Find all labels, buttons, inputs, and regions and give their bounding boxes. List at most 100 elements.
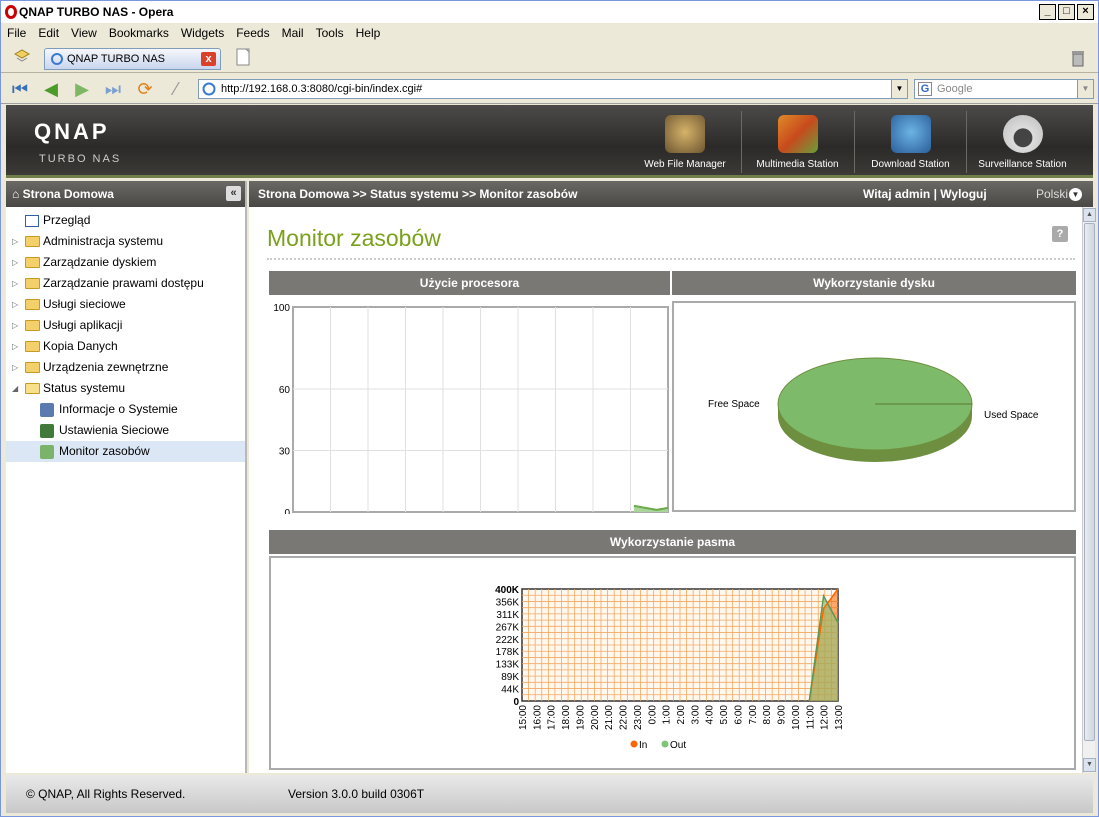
welcome-text: Witaj admin (863, 187, 931, 201)
menu-help[interactable]: Help (350, 26, 387, 40)
help-icon[interactable]: ? (1052, 226, 1068, 242)
minimize-button[interactable]: _ (1039, 4, 1056, 20)
sidebar-item-ustawienia[interactable]: Ustawienia Sieciowe (6, 420, 245, 441)
search-field[interactable]: G Google ▼ (914, 79, 1094, 99)
bandwidth-x-tick: 21:00 (604, 705, 615, 730)
expand-arrow-icon[interactable]: ▷ (12, 231, 18, 252)
fast-forward-icon[interactable]: ⏭ (102, 79, 124, 99)
expand-arrow-icon[interactable]: ▷ (12, 273, 18, 294)
menu-bar: File Edit View Bookmarks Widgets Feeds M… (1, 23, 1098, 43)
folder-icon (25, 299, 40, 310)
collapse-icon[interactable]: « (226, 186, 241, 201)
folder-icon (25, 341, 40, 352)
tab-qnap[interactable]: QNAP TURBO NAS x (44, 48, 221, 70)
bandwidth-x-tick: 13:00 (834, 705, 845, 730)
expand-arrow-icon[interactable]: ▷ (12, 357, 18, 378)
sidebar-item-dyskiem[interactable]: ▷ Zarządzanie dyskiem (6, 252, 245, 273)
bandwidth-x-tick: 17:00 (547, 705, 558, 730)
menu-edit[interactable]: Edit (32, 26, 65, 40)
sidebar-item-administracja[interactable]: ▷ Administracja systemu (6, 231, 245, 252)
rewind-icon[interactable]: ⏮ (9, 79, 31, 99)
surveillance-station-link[interactable]: Surveillance Station (966, 111, 1078, 173)
forward-icon[interactable]: ▶ (71, 79, 93, 99)
language-dropdown-icon[interactable]: ▼ (1069, 188, 1082, 201)
bandwidth-x-tick: 16:00 (532, 705, 543, 730)
version-text: Version 3.0.0 build 0306T (288, 787, 425, 801)
sidebar-item-informacje[interactable]: Informacje o Systemie (6, 399, 245, 420)
url-field[interactable]: http://192.168.0.3:8080/cgi-bin/index.cg… (198, 79, 908, 99)
collapse-arrow-icon[interactable]: ◢ (12, 378, 18, 399)
close-button[interactable]: × (1077, 4, 1094, 20)
bandwidth-y-tick: 89K (501, 672, 519, 683)
folder-icon (25, 236, 40, 247)
menu-mail[interactable]: Mail (276, 26, 310, 40)
expand-arrow-icon[interactable]: ▷ (12, 336, 18, 357)
trash-icon[interactable] (1069, 49, 1087, 67)
cpu-y-tick: 60 (279, 385, 291, 396)
sidebar-item-uslugi-sieciowe[interactable]: ▷ Usługi sieciowe (6, 294, 245, 315)
maximize-button[interactable]: □ (1058, 4, 1075, 20)
sidebar-header: ⌂ Strona Domowa « (6, 181, 245, 207)
scrollbar-thumb[interactable] (1084, 223, 1095, 741)
bandwidth-y-tick: 267K (496, 622, 520, 633)
bandwidth-x-tick: 1:00 (662, 705, 673, 725)
bandwidth-y-tick: 400K (495, 585, 520, 596)
edit-icon[interactable]: ⁄ (165, 79, 187, 99)
expand-arrow-icon[interactable]: ▷ (12, 294, 18, 315)
bandwidth-x-tick: 8:00 (762, 705, 773, 725)
language-select[interactable]: Polski (1036, 181, 1068, 207)
bandwidth-x-tick: 6:00 (733, 705, 744, 725)
disk-panel: Free Space Used Space (672, 301, 1076, 512)
pie-label-used-space: Used Space (984, 410, 1039, 421)
legend-out-marker (661, 740, 669, 748)
opera-icon (5, 5, 17, 19)
url-dropdown-icon[interactable]: ▼ (891, 80, 907, 98)
expand-arrow-icon[interactable]: ▷ (12, 315, 18, 336)
bandwidth-y-tick: 311K (496, 610, 519, 621)
bandwidth-y-tick: 178K (496, 647, 520, 658)
bandwidth-x-tick: 5:00 (719, 705, 730, 725)
menu-widgets[interactable]: Widgets (175, 26, 230, 40)
sidebar-title: Strona Domowa (22, 187, 114, 201)
window-title: QNAP TURBO NAS - Opera (19, 5, 174, 19)
multimedia-station-link[interactable]: Multimedia Station (741, 111, 853, 173)
scroll-up-icon[interactable]: ▲ (1083, 208, 1096, 222)
disk-pie-chart: Free Space Used Space (708, 357, 1039, 462)
sidebar-item-kopia[interactable]: ▷ Kopia Danych (6, 336, 245, 357)
bandwidth-x-tick: 18:00 (561, 705, 572, 730)
bandwidth-panel-header: Wykorzystanie pasma (269, 530, 1076, 554)
logout-link[interactable]: Wyloguj (940, 187, 986, 201)
web-file-manager-link[interactable]: Web File Manager (629, 111, 741, 173)
sidebar-item-status[interactable]: ◢ Status systemu (6, 378, 245, 399)
search-dropdown-icon[interactable]: ▼ (1077, 80, 1093, 98)
sidebar-item-monitor[interactable]: Monitor zasobów (6, 441, 245, 462)
reload-icon[interactable]: ⟳ (134, 79, 156, 99)
folder-icon (25, 362, 40, 373)
expand-arrow-icon[interactable]: ▷ (12, 252, 18, 273)
download-station-link[interactable]: Download Station (854, 111, 966, 173)
menu-bookmarks[interactable]: Bookmarks (103, 26, 175, 40)
sidebar-item-uslugi-aplikacji[interactable]: ▷ Usługi aplikacji (6, 315, 245, 336)
close-tab-icon[interactable]: x (201, 52, 216, 66)
url-text: http://192.168.0.3:8080/cgi-bin/index.cg… (221, 83, 423, 95)
panels-icon[interactable] (13, 48, 31, 66)
vertical-scrollbar[interactable]: ▲ ▼ (1082, 207, 1096, 773)
overview-icon (25, 215, 39, 227)
folder-icon (25, 320, 40, 331)
sidebar-item-przeglad[interactable]: Przegląd (6, 210, 245, 231)
bandwidth-x-tick: 2:00 (676, 705, 687, 725)
back-icon[interactable]: ◀ (40, 79, 62, 99)
separator: | (933, 187, 937, 201)
sidebar-item-urzadzenia[interactable]: ▷ Urządzenia zewnętrzne (6, 357, 245, 378)
menu-file[interactable]: File (1, 26, 32, 40)
new-tab-icon[interactable] (234, 48, 252, 66)
cpu-y-tick: 0 (284, 508, 290, 514)
scroll-down-icon[interactable]: ▼ (1083, 758, 1096, 772)
menu-feeds[interactable]: Feeds (230, 26, 275, 40)
disk-panel-header: Wykorzystanie dysku (672, 271, 1076, 295)
menu-tools[interactable]: Tools (310, 26, 350, 40)
bandwidth-x-tick: 4:00 (705, 705, 716, 725)
tab-label: QNAP TURBO NAS (67, 53, 166, 65)
menu-view[interactable]: View (65, 26, 103, 40)
sidebar-item-prawa[interactable]: ▷ Zarządzanie prawami dostępu (6, 273, 245, 294)
